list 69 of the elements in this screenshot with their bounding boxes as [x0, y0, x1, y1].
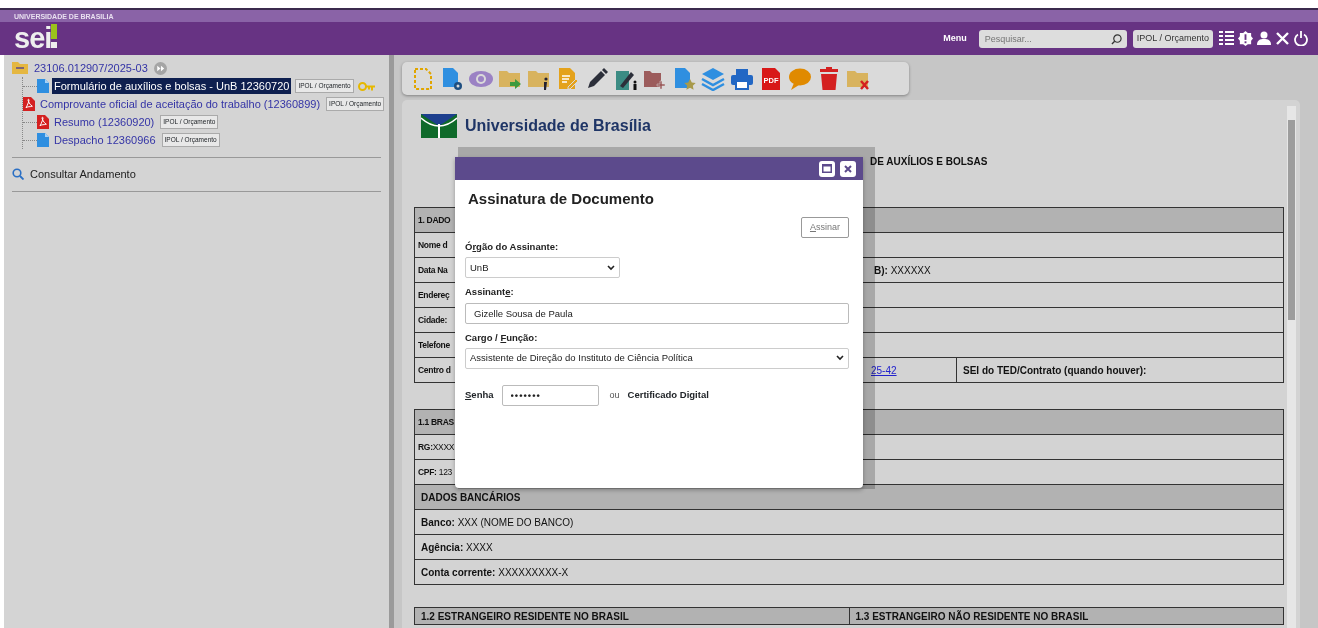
dialog-title: Assinatura de Documento [468, 189, 655, 209]
chevron-down-icon [607, 264, 615, 271]
field-label: Senha [465, 388, 494, 403]
close-icon [844, 164, 852, 173]
document-icon [37, 133, 49, 147]
maximize-icon [822, 164, 832, 173]
form-title: DE AUXÍLIOS E BOLSAS [870, 154, 989, 169]
organization-select[interactable]: UnB [465, 257, 620, 279]
pdf-file-icon [37, 115, 49, 129]
password-field[interactable]: ••••••• [501, 384, 599, 406]
section-heading: 1.3 ESTRANGEIRO NÃO RESIDENTE NO BRASIL [855, 609, 1089, 624]
field-label: Centro d [417, 363, 452, 377]
section-heading: 1. DADO [417, 213, 452, 227]
search-icon[interactable] [1110, 33, 1122, 45]
or-label: ou [609, 388, 620, 402]
search-icon [12, 168, 24, 181]
field-label: Assinante: [465, 285, 515, 300]
sign-button[interactable]: Assinar [800, 216, 849, 238]
document-gear-icon[interactable] [440, 66, 464, 91]
consult-link[interactable]: Consultar Andamento [12, 166, 381, 183]
pen-icon[interactable] [585, 66, 609, 91]
list-icon[interactable] [1219, 31, 1234, 45]
field-label: Endereç [417, 288, 451, 302]
field-label: Data Na [417, 263, 449, 277]
field-text: B): XXXXXX [873, 263, 931, 278]
document-icon [37, 79, 49, 93]
section-heading: 1.1 BRAS [417, 415, 455, 429]
alert-icon[interactable] [1238, 31, 1253, 46]
maximize-button[interactable] [819, 160, 835, 177]
unit-button[interactable]: IPOL / Orçamento [1132, 29, 1213, 48]
search-field[interactable]: Pesquisar... [978, 29, 1127, 48]
university-logo-icon [421, 114, 457, 138]
university-name: Universidade de Brasília [465, 116, 651, 136]
field-label: Nome d [417, 238, 449, 252]
field-label: Cargo / Função: [465, 330, 539, 345]
field-text: SEI do TED/Contrato (quando houver): [962, 363, 1147, 378]
folder-icon[interactable] [12, 62, 28, 74]
power-icon[interactable] [1294, 31, 1308, 46]
document-link[interactable]: Comprovante oficial de aceitação do trabalho (12360899) [38, 95, 323, 113]
section-heading: 1.2 ESTRANGEIRO RESIDENTE NO BRASIL [421, 609, 629, 624]
printer-icon[interactable] [730, 66, 754, 91]
menu-link[interactable]: Menu [943, 31, 967, 46]
pdf-file-icon [23, 97, 35, 111]
section-heading: DADOS BANCÁRIOS [420, 490, 521, 505]
close-button[interactable] [840, 160, 856, 177]
document-star-icon[interactable] [672, 66, 696, 91]
document-link[interactable]: Formulário de auxílios e bolsas - UnB 12360720 [52, 77, 292, 95]
field-text: Agência: XXXX [420, 540, 493, 555]
field-label: RG:XXXX [417, 440, 456, 454]
field-label: Cidade: [417, 313, 449, 327]
chevron-down-icon [836, 355, 844, 362]
field-label: CPF: 123 [417, 465, 453, 479]
certificate-link[interactable]: Certificado Digital [627, 388, 709, 403]
field-label: Órgão do Assinante: [465, 240, 560, 254]
role-select[interactable]: Assistente de Direção do Instituto de Ciência Política [465, 347, 849, 369]
field-text: Conta corrente: XXXXXXXXX-X [420, 565, 569, 580]
trash-icon[interactable] [817, 66, 841, 91]
document-link[interactable]: Resumo (12360920) [52, 113, 157, 131]
document-link[interactable]: Despacho 12360966 [52, 131, 158, 149]
field-text: Banco: XXX (NOME DO BANCO) [420, 515, 574, 530]
field-label: Telefone [417, 338, 451, 352]
signer-field[interactable]: Gizelle Sousa de Paula [465, 302, 849, 324]
scrollbar[interactable] [1287, 106, 1296, 628]
consult-label[interactable]: Consultar Andamento [30, 166, 136, 183]
logo-mark-icon [51, 23, 58, 48]
sei-logo[interactable]: sei [14, 24, 52, 53]
user-icon[interactable] [1257, 31, 1271, 45]
process-number-link[interactable]: 23106.012907/2025-03 [32, 59, 150, 77]
document-link[interactable]: 25-42 [868, 362, 897, 378]
